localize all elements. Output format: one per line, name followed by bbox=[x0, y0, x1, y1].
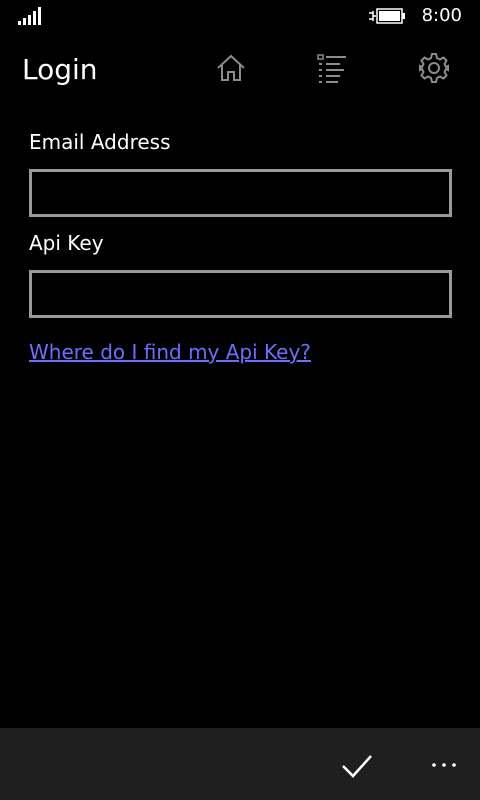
header: Login bbox=[0, 40, 480, 100]
home-icon[interactable] bbox=[215, 52, 247, 84]
api-key-help-link[interactable]: Where do I find my Api Key? bbox=[29, 338, 311, 366]
api-key-label: Api Key bbox=[29, 231, 104, 255]
api-key-field[interactable] bbox=[29, 270, 452, 318]
ellipsis-icon bbox=[424, 748, 464, 778]
more-button[interactable] bbox=[424, 748, 464, 778]
battery-charging-icon bbox=[368, 6, 406, 26]
login-form: Email Address Api Key Where do I find my… bbox=[29, 128, 452, 366]
app-bar bbox=[0, 728, 480, 800]
accept-button[interactable] bbox=[334, 742, 380, 788]
clock: 8:00 bbox=[421, 5, 462, 26]
list-icon[interactable] bbox=[316, 52, 348, 84]
signal-bars-icon bbox=[18, 7, 44, 25]
status-bar: 8:00 bbox=[0, 0, 480, 32]
checkmark-icon bbox=[334, 742, 380, 788]
email-label: Email Address bbox=[29, 130, 171, 154]
page-title: Login bbox=[22, 53, 98, 86]
email-field[interactable] bbox=[29, 169, 452, 217]
gear-icon[interactable] bbox=[418, 52, 450, 84]
